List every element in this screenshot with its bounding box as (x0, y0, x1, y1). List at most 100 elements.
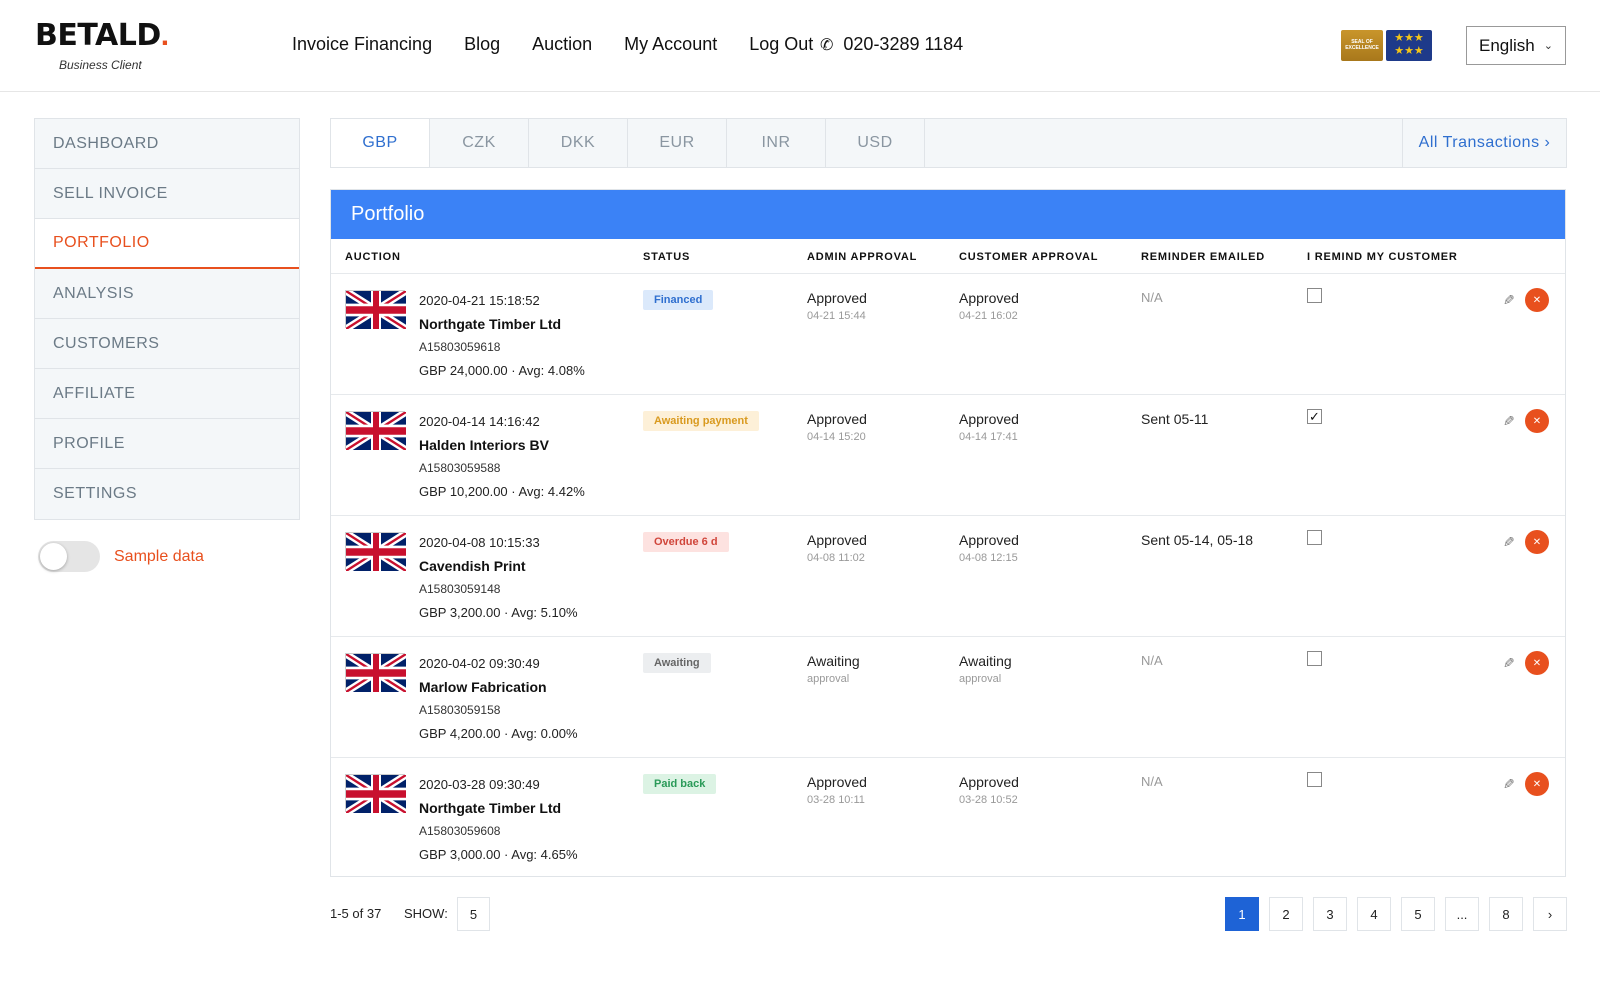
auction-id: A15803059158 (419, 703, 501, 717)
currency-tabs: GBP CZK DKK EUR INR USD All Transactions… (330, 118, 1567, 168)
customer-approval-status: Awaiting (959, 653, 1012, 669)
status-badge: Awaiting payment (643, 411, 759, 431)
language-select[interactable]: English ⌄ (1466, 26, 1566, 65)
customer-approval-time: approval (959, 673, 1002, 685)
admin-approval: Approved 04-21 15:44 (807, 290, 867, 322)
brand-name: BETALD (35, 18, 161, 53)
remind-customer-checkbox[interactable] (1307, 288, 1322, 303)
tab-gbp[interactable]: GBP (331, 119, 430, 167)
auction-date: 2020-03-28 09:30:49 (419, 777, 540, 792)
page-button[interactable]: 1 (1225, 897, 1259, 931)
sidebar-menu: DASHBOARD SELL INVOICE PORTFOLIO ANALYSI… (34, 118, 300, 520)
sample-data-toggle[interactable] (38, 541, 100, 572)
tab-dkk[interactable]: DKK (529, 119, 628, 167)
nav-my-account[interactable]: My Account (624, 34, 717, 55)
tab-inr[interactable]: INR (727, 119, 826, 167)
reminder-emailed: Sent 05-11 (1141, 411, 1209, 427)
reminder-emailed: N/A (1141, 774, 1163, 789)
delete-button[interactable]: ✕ (1525, 651, 1549, 675)
pencil-icon[interactable]: ✎ (1503, 534, 1515, 551)
sample-data-label: Sample data (114, 547, 204, 565)
page-size-select[interactable]: 5 (457, 897, 490, 931)
customer-name[interactable]: Cavendish Print (419, 558, 526, 574)
status-badge: Overdue 6 d (643, 532, 729, 552)
pencil-icon[interactable]: ✎ (1503, 292, 1515, 309)
brand-subtitle: Business Client (59, 58, 142, 72)
page-ellipsis: ... (1445, 897, 1479, 931)
customer-name[interactable]: Halden Interiors BV (419, 437, 549, 453)
customer-approval: Approved 04-14 17:41 (959, 411, 1019, 443)
chevron-down-icon: ⌄ (1543, 40, 1553, 52)
tab-eur[interactable]: EUR (628, 119, 727, 167)
remind-customer-checkbox[interactable] (1307, 772, 1322, 787)
col-customer-approval: CUSTOMER APPROVAL (959, 251, 1099, 263)
customer-approval: Approved 04-21 16:02 (959, 290, 1019, 322)
customer-name[interactable]: Northgate Timber Ltd (419, 800, 561, 816)
page-button[interactable]: 4 (1357, 897, 1391, 931)
uk-flag-icon (344, 650, 408, 696)
seal-of-excellence-badge: SEAL OF EXCELLENCE (1341, 30, 1383, 61)
tab-czk[interactable]: CZK (430, 119, 529, 167)
sidebar-item-sell-invoice[interactable]: SELL INVOICE (35, 169, 299, 219)
customer-approval-status: Approved (959, 411, 1019, 427)
auction-date: 2020-04-14 14:16:42 (419, 414, 540, 429)
table-row: 2020-04-02 09:30:49 Marlow Fabrication A15… (331, 637, 1565, 758)
col-auction: AUCTION (345, 251, 401, 263)
admin-approval-time: 04-21 15:44 (807, 310, 866, 322)
table-row: 2020-03-28 09:30:49 Northgate Timber Ltd A… (331, 758, 1565, 879)
auction-date: 2020-04-02 09:30:49 (419, 656, 540, 671)
sidebar-item-affiliate[interactable]: AFFILIATE (35, 369, 299, 419)
remind-customer-checkbox[interactable]: ✓ (1307, 409, 1322, 424)
uk-flag-icon (344, 529, 408, 575)
brand-logo[interactable]: BETALD. Business Client (35, 18, 169, 72)
nav-auction[interactable]: Auction (532, 34, 592, 55)
remind-customer-checkbox[interactable] (1307, 530, 1322, 545)
auction-amount: GBP 3,000.00 · Avg: 4.65% (419, 847, 578, 862)
page-button[interactable]: 8 (1489, 897, 1523, 931)
page-button[interactable]: 5 (1401, 897, 1435, 931)
delete-button[interactable]: ✕ (1525, 772, 1549, 796)
nav-log-out[interactable]: Log Out (749, 34, 813, 55)
auction-amount: GBP 4,200.00 · Avg: 0.00% (419, 726, 578, 741)
auction-id: A15803059608 (419, 824, 501, 838)
admin-approval: Approved 04-14 15:20 (807, 411, 867, 443)
delete-button[interactable]: ✕ (1525, 288, 1549, 312)
pencil-icon[interactable]: ✎ (1503, 655, 1515, 672)
site-header: BETALD. Business Client Invoice Financin… (0, 0, 1600, 92)
auction-id: A15803059618 (419, 340, 501, 354)
status-badge: Paid back (643, 774, 717, 794)
col-reminder-emailed: REMINDER EMAILED (1141, 251, 1266, 263)
all-transactions-link[interactable]: All Transactions › (1402, 119, 1566, 167)
phone-number: 020-3289 1184 (843, 34, 964, 54)
sidebar-item-analysis[interactable]: ANALYSIS (35, 269, 299, 319)
sidebar-item-dashboard[interactable]: DASHBOARD (35, 119, 299, 169)
nav-blog[interactable]: Blog (464, 34, 500, 55)
toggle-knob (40, 543, 67, 570)
customer-name[interactable]: Marlow Fabrication (419, 679, 547, 695)
sidebar-item-portfolio[interactable]: PORTFOLIO (35, 219, 299, 269)
customer-approval-time: 04-14 17:41 (959, 431, 1018, 443)
sidebar-item-settings[interactable]: SETTINGS (35, 469, 299, 519)
auction-amount: GBP 3,200.00 · Avg: 5.10% (419, 605, 578, 620)
next-page-button[interactable]: › (1533, 897, 1567, 931)
customer-approval-status: Approved (959, 532, 1019, 548)
sidebar-item-profile[interactable]: PROFILE (35, 419, 299, 469)
show-label: SHOW: (404, 906, 448, 921)
uk-flag-icon (344, 771, 408, 817)
remind-customer-checkbox[interactable] (1307, 651, 1322, 666)
customer-name[interactable]: Northgate Timber Ltd (419, 316, 561, 332)
customer-approval-time: 04-08 12:15 (959, 552, 1018, 564)
auction-id: A15803059148 (419, 582, 501, 596)
pencil-icon[interactable]: ✎ (1503, 776, 1515, 793)
pencil-icon[interactable]: ✎ (1503, 413, 1515, 430)
page-button[interactable]: 2 (1269, 897, 1303, 931)
delete-button[interactable]: ✕ (1525, 530, 1549, 554)
tab-usd[interactable]: USD (826, 119, 925, 167)
sidebar-item-customers[interactable]: CUSTOMERS (35, 319, 299, 369)
page-button[interactable]: 3 (1313, 897, 1347, 931)
admin-approval-time: 03-28 10:11 (807, 794, 865, 806)
admin-approval: Approved 03-28 10:11 (807, 774, 867, 806)
phone-contact[interactable]: ✆ 020-3289 1184 (820, 34, 963, 55)
delete-button[interactable]: ✕ (1525, 409, 1549, 433)
nav-invoice-financing[interactable]: Invoice Financing (292, 34, 432, 55)
